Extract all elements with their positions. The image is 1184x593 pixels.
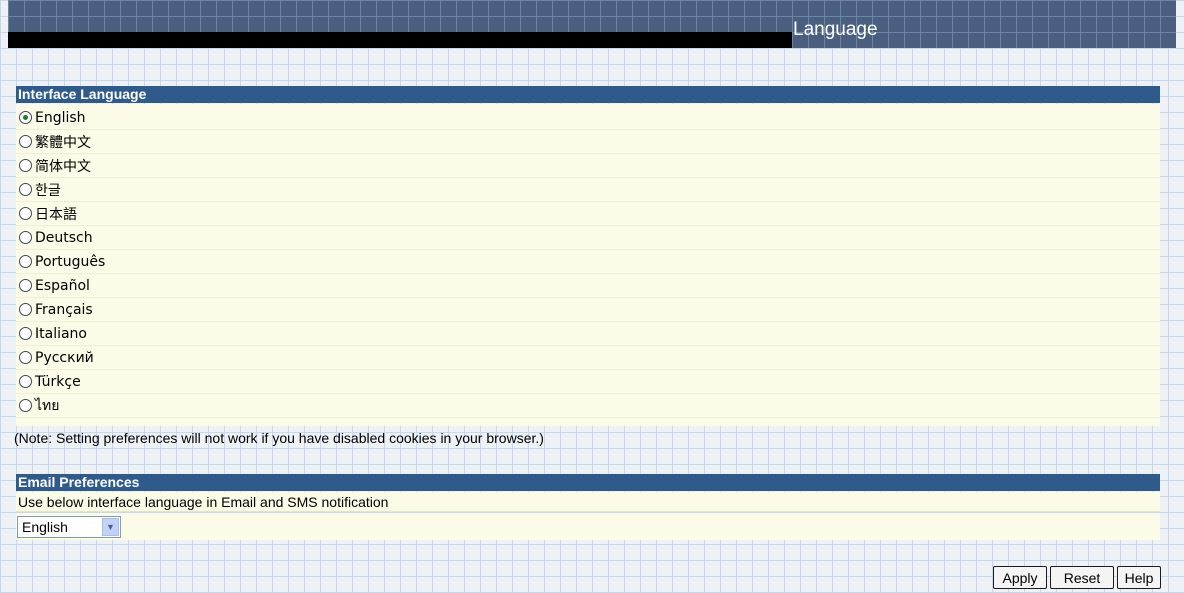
language-label: Español <box>35 277 90 294</box>
language-option-spanish[interactable]: Español <box>16 274 1160 298</box>
email-preferences-header: Email Preferences <box>16 474 1160 491</box>
language-option-korean[interactable]: 한글 <box>16 178 1160 202</box>
language-label: Português <box>35 253 106 270</box>
language-label: ไทย <box>35 397 60 414</box>
language-option-italian[interactable]: Italiano <box>16 322 1160 346</box>
language-label: Deutsch <box>35 229 93 246</box>
language-label: 繁體中文 <box>35 134 91 151</box>
apply-button[interactable]: Apply <box>993 566 1047 589</box>
language-label: English <box>35 109 86 126</box>
language-label: 简体中文 <box>35 158 91 175</box>
header-black-bar <box>8 32 792 48</box>
radio-portuguese[interactable] <box>19 255 32 268</box>
radio-german[interactable] <box>19 231 32 244</box>
language-label: 한글 <box>35 182 61 199</box>
radio-simplified-chinese[interactable] <box>19 159 32 172</box>
language-option-french[interactable]: Français <box>16 298 1160 322</box>
radio-english[interactable] <box>19 111 32 124</box>
language-label: Français <box>35 301 93 318</box>
radio-french[interactable] <box>19 303 32 316</box>
language-option-english[interactable]: English <box>16 106 1160 130</box>
page-title: Language <box>793 19 878 40</box>
radio-traditional-chinese[interactable] <box>19 135 32 148</box>
help-button[interactable]: Help <box>1117 566 1161 589</box>
radio-italian[interactable] <box>19 327 32 340</box>
language-option-turkish[interactable]: Türkçe <box>16 370 1160 394</box>
language-option-traditional-chinese[interactable]: 繁體中文 <box>16 130 1160 154</box>
radio-thai[interactable] <box>19 399 32 412</box>
cookie-note: (Note: Setting preferences will not work… <box>14 430 544 446</box>
language-label: Türkçe <box>35 373 81 390</box>
radio-spanish[interactable] <box>19 279 32 292</box>
language-option-thai[interactable]: ไทย <box>16 394 1160 418</box>
language-option-japanese[interactable]: 日本語 <box>16 202 1160 226</box>
language-option-simplified-chinese[interactable]: 简体中文 <box>16 154 1160 178</box>
language-option-german[interactable]: Deutsch <box>16 226 1160 250</box>
email-language-selected-value: English <box>22 519 68 535</box>
language-option-portuguese[interactable]: Português <box>16 250 1160 274</box>
language-option-russian[interactable]: Русский <box>16 346 1160 370</box>
radio-turkish[interactable] <box>19 375 32 388</box>
language-label: Italiano <box>35 325 87 342</box>
radio-russian[interactable] <box>19 351 32 364</box>
chevron-down-icon[interactable]: ▼ <box>102 518 119 536</box>
language-label: 日本語 <box>35 206 77 223</box>
radio-japanese[interactable] <box>19 207 32 220</box>
interface-language-panel: English 繁體中文 简体中文 한글 日本語 Deutsch Portugu… <box>16 104 1160 426</box>
radio-korean[interactable] <box>19 183 32 196</box>
reset-button[interactable]: Reset <box>1050 566 1114 589</box>
interface-language-header: Interface Language <box>16 86 1160 103</box>
email-language-row: English ▼ <box>16 513 1160 540</box>
email-preferences-description: Use below interface language in Email an… <box>16 492 1160 512</box>
language-label: Русский <box>35 349 94 366</box>
email-language-select[interactable]: English ▼ <box>17 516 121 538</box>
